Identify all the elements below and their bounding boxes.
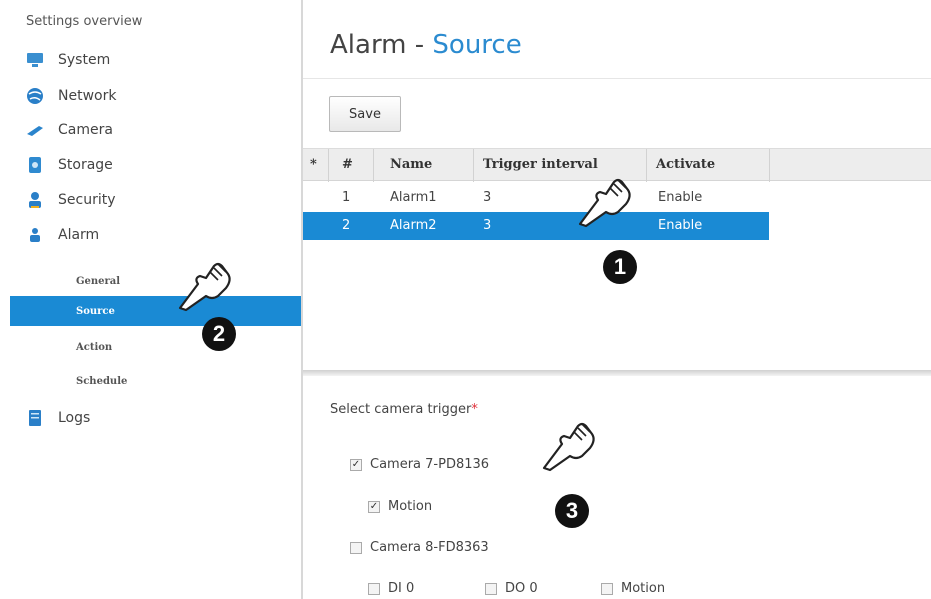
camera-trigger-label-text: Select camera trigger	[330, 402, 472, 417]
sidebar-item-label: Logs	[58, 410, 91, 426]
row-interval: 3	[483, 218, 492, 233]
pointing-hand-icon	[542, 422, 595, 472]
checkbox-label: Motion	[621, 581, 666, 596]
checkbox-unchecked-icon	[368, 582, 380, 595]
row-number: 1	[342, 190, 351, 205]
annotation-badge-3: 3	[555, 494, 589, 528]
column-header-number[interactable]: #	[342, 157, 353, 172]
sidebar: Settings overview System Network Camera …	[0, 0, 302, 599]
checkbox-checked-icon: ✓	[368, 500, 380, 513]
page-title-main: Alarm -	[330, 30, 433, 60]
row-name: Alarm1	[390, 190, 437, 205]
system-icon	[26, 51, 44, 69]
title-divider	[303, 78, 931, 79]
annotation-badge-1: 1	[603, 250, 637, 284]
storage-icon	[26, 156, 44, 174]
sidebar-title: Settings overview	[26, 14, 143, 29]
save-button[interactable]: Save	[329, 96, 401, 132]
sidebar-item-label: Camera	[58, 122, 113, 138]
camera-trigger-label: Select camera trigger*	[330, 402, 478, 417]
logs-icon	[26, 409, 44, 427]
sidebar-subitem-source[interactable]: Source	[76, 306, 115, 317]
camera-icon	[26, 121, 44, 139]
column-separator	[646, 149, 647, 182]
page-title-accent: Source	[432, 30, 522, 60]
row-activate: Enable	[658, 190, 703, 205]
checkbox-label: Camera 7-PD8136	[370, 457, 490, 472]
pointing-hand-icon	[578, 178, 631, 228]
checkbox-label: Camera 8-FD8363	[370, 540, 489, 555]
panel-splitter[interactable]	[303, 370, 931, 376]
pointing-hand-icon	[178, 262, 231, 312]
camera-8-checkbox[interactable]: Camera 8-FD8363	[350, 540, 489, 555]
camera-7-checkbox[interactable]: ✓ Camera 7-PD8136	[350, 457, 489, 472]
required-mark: *	[471, 402, 478, 417]
sidebar-item-label: System	[58, 52, 111, 68]
row-interval: 3	[483, 190, 492, 205]
checkbox-label: DI 0	[388, 581, 415, 596]
sidebar-item-label: Storage	[58, 157, 113, 173]
table-row[interactable]: 1 Alarm1 3 Enable	[303, 184, 769, 212]
column-separator	[473, 149, 474, 182]
sidebar-item-network[interactable]: Network	[26, 84, 116, 108]
sidebar-item-label: Network	[58, 88, 117, 104]
sidebar-item-label: Alarm	[58, 227, 100, 243]
sidebar-subitem-schedule[interactable]: Schedule	[76, 376, 127, 387]
row-number: 2	[342, 218, 351, 233]
sidebar-divider	[301, 0, 303, 599]
column-separator	[328, 149, 329, 182]
sidebar-subitem-general[interactable]: General	[76, 276, 120, 287]
column-header-activate[interactable]: Activate	[656, 157, 715, 172]
column-header-name[interactable]: Name	[390, 157, 432, 172]
checkbox-unchecked-icon	[485, 582, 497, 595]
camera-8-motion-checkbox[interactable]: Motion	[601, 581, 665, 596]
camera-8-di0-checkbox[interactable]: DI 0	[368, 581, 414, 596]
checkbox-label: DO 0	[505, 581, 538, 596]
page-title: Alarm - Source	[330, 30, 522, 60]
column-header-marker[interactable]: *	[310, 157, 317, 172]
column-separator	[373, 149, 374, 182]
column-separator	[769, 149, 770, 182]
camera-8-do0-checkbox[interactable]: DO 0	[485, 581, 538, 596]
active-subitem-highlight	[10, 296, 301, 326]
sidebar-subitem-action[interactable]: Action	[76, 342, 112, 353]
alarm-icon	[26, 226, 44, 244]
sidebar-item-alarm[interactable]: Alarm	[26, 223, 99, 247]
sidebar-item-camera[interactable]: Camera	[26, 118, 113, 142]
checkbox-unchecked-icon	[601, 582, 613, 595]
security-icon	[26, 191, 44, 209]
sidebar-item-storage[interactable]: Storage	[26, 153, 113, 177]
network-icon	[26, 87, 44, 105]
camera-7-motion-checkbox[interactable]: ✓ Motion	[368, 499, 432, 514]
row-activate: Enable	[658, 218, 703, 233]
annotation-badge-2: 2	[202, 317, 236, 351]
sidebar-item-system[interactable]: System	[26, 48, 110, 72]
row-name: Alarm2	[390, 218, 437, 233]
sidebar-item-logs[interactable]: Logs	[26, 406, 90, 430]
checkbox-label: Motion	[388, 499, 433, 514]
sidebar-item-label: Security	[58, 192, 116, 208]
sidebar-item-security[interactable]: Security	[26, 188, 116, 212]
table-row-selected[interactable]: 2 Alarm2 3 Enable	[303, 212, 769, 240]
checkbox-checked-icon: ✓	[350, 458, 362, 471]
checkbox-unchecked-icon	[350, 541, 362, 554]
